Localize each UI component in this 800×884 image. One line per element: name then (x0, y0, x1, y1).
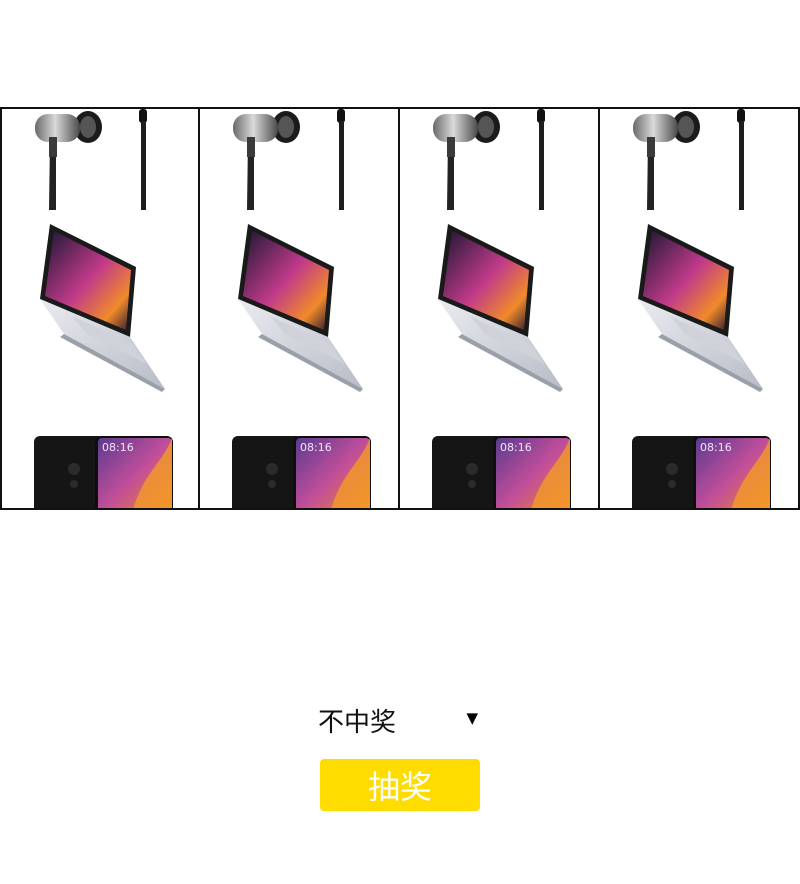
svg-text:08:16: 08:16 (102, 441, 134, 454)
phone-image: 08:16 (2, 434, 198, 508)
draw-button[interactable]: 抽奖 (320, 759, 480, 811)
dropdown-arrow-icon: ▼ (466, 709, 478, 727)
earphones-image (400, 109, 598, 210)
reel-4: 08:16 (600, 107, 800, 510)
svg-text:08:16: 08:16 (700, 441, 732, 454)
reel-3: 08:16 (400, 107, 600, 510)
slot-machine: 08:16 08:16 08:16 08:16 (0, 107, 800, 510)
reel-1: 08:16 (0, 107, 200, 510)
phone-image: 08:16 (600, 434, 798, 508)
laptop-image (200, 224, 398, 399)
earphones-image (200, 109, 398, 210)
lottery-page: 08:16 08:16 08:16 08:16 不中奖 ▼ 抽奖 (0, 0, 800, 884)
laptop-image (600, 224, 798, 399)
phone-image: 08:16 (200, 434, 398, 508)
reel-2: 08:16 (200, 107, 400, 510)
laptop-image (400, 224, 598, 399)
prize-select-value: 不中奖 (318, 707, 397, 738)
prize-select[interactable]: 不中奖 ▼ (318, 700, 480, 740)
svg-text:08:16: 08:16 (500, 441, 532, 454)
svg-text:08:16: 08:16 (300, 441, 332, 454)
earphones-image (2, 109, 198, 210)
earphones-image (600, 109, 798, 210)
laptop-image (2, 224, 198, 399)
phone-image: 08:16 (400, 434, 598, 508)
